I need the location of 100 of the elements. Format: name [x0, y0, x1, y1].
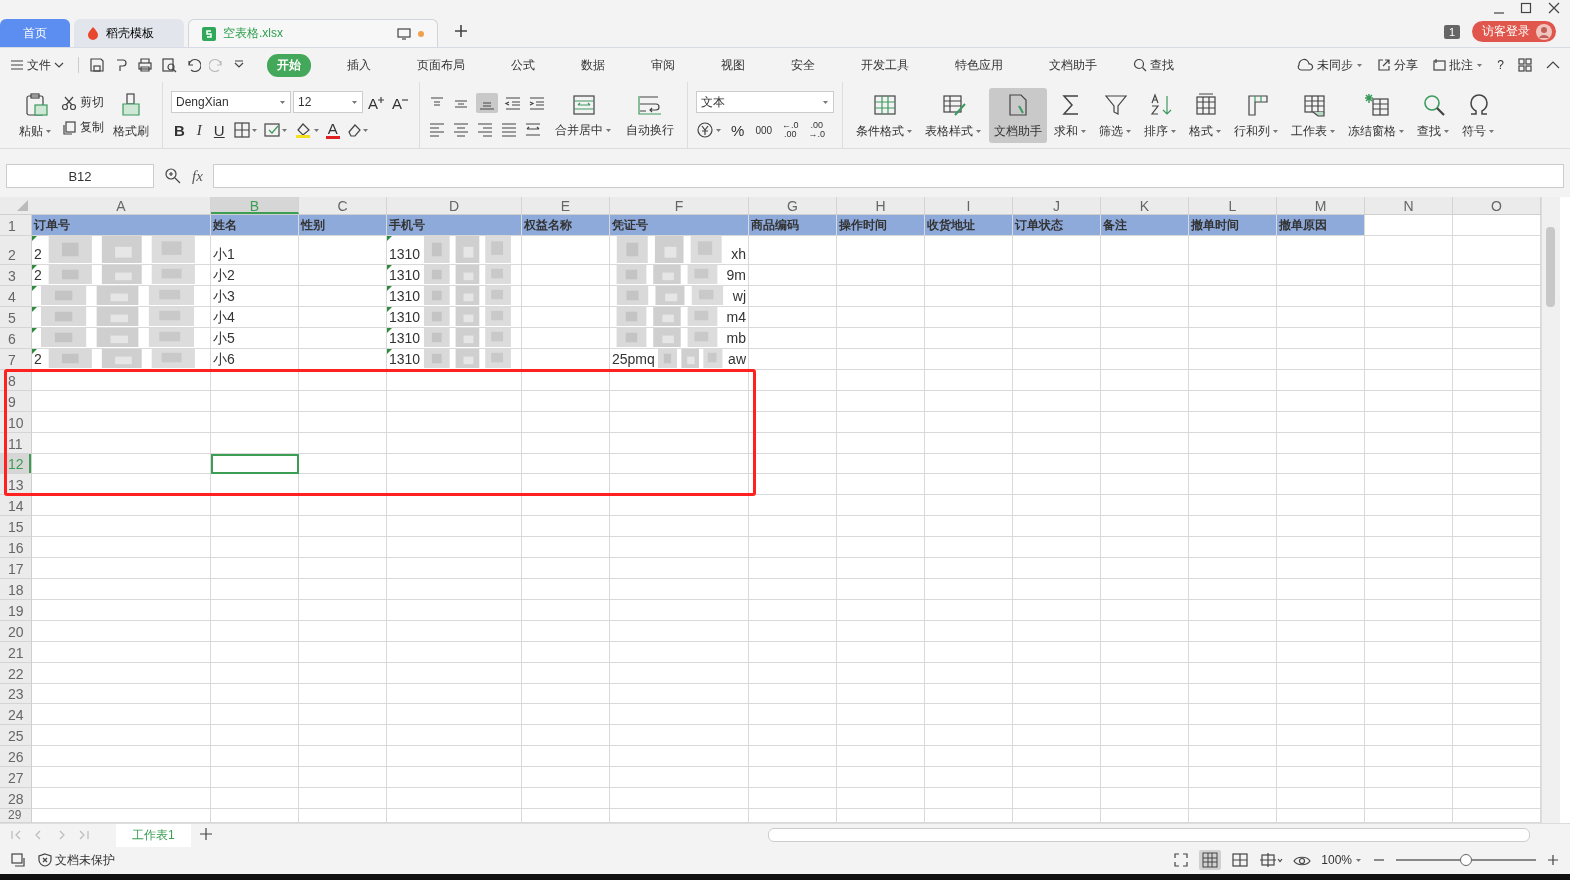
copy-button[interactable]: 复制	[61, 119, 104, 136]
column-header[interactable]: H	[837, 197, 925, 214]
merge-center-button[interactable]: 合并居中	[550, 88, 618, 142]
search-button[interactable]: 查找	[1133, 54, 1174, 76]
window-count-badge[interactable]: 1	[1443, 24, 1460, 39]
ribbon-tab[interactable]: 文档助手	[1039, 53, 1107, 77]
row-header[interactable]: 21	[0, 641, 32, 663]
ribbon-button[interactable]: 行和列	[1229, 87, 1285, 143]
font-select[interactable]: DengXian	[171, 91, 291, 113]
decimal-button[interactable]: .00 →.0	[806, 121, 828, 139]
function-label[interactable]: fx	[192, 167, 203, 185]
column-header[interactable]: G	[749, 197, 837, 214]
ribbon-tab[interactable]: 审阅	[641, 53, 685, 77]
row-header[interactable]: 6	[0, 327, 32, 349]
column-header[interactable]: C	[299, 197, 387, 214]
row-header[interactable]: 24	[0, 704, 32, 726]
ribbon-tab[interactable]: 插入	[337, 53, 381, 77]
font-size-select[interactable]: 12	[293, 91, 363, 113]
column-header[interactable]: F	[610, 197, 749, 214]
row-header[interactable]: 7	[0, 348, 32, 370]
table-cell: 1310	[387, 285, 522, 307]
ribbon-button[interactable]: 求和	[1049, 87, 1093, 143]
paste-button[interactable]: 粘贴	[14, 87, 57, 143]
row-header[interactable]: 16	[0, 537, 32, 559]
row-header[interactable]: 15	[0, 516, 32, 538]
ribbon-tab[interactable]: 安全	[781, 53, 825, 77]
protection-status[interactable]: 文档未保护	[38, 849, 115, 871]
ribbon-tab[interactable]: 开发工具	[851, 53, 919, 77]
increase-font-button[interactable]: A	[365, 92, 387, 112]
decrease-font-button[interactable]: A	[389, 92, 412, 112]
add-sheet-icon	[198, 826, 213, 841]
number-format-select[interactable]: 文本	[696, 91, 835, 113]
login-button[interactable]: 访客登录	[1472, 21, 1556, 42]
cut-button[interactable]: 剪切	[61, 94, 104, 111]
column-header[interactable]: N	[1365, 197, 1453, 214]
toolbar-button[interactable]: 未同步	[1296, 54, 1364, 76]
row-header[interactable]: 14	[0, 495, 32, 517]
row-header[interactable]: 2	[0, 235, 32, 265]
column-header[interactable]: I	[925, 197, 1013, 214]
row-header[interactable]: 18	[0, 578, 32, 600]
comment-icon	[1432, 58, 1447, 72]
select-all-icon	[17, 200, 28, 211]
ribbon-button[interactable]: 格式	[1184, 87, 1228, 143]
row-header[interactable]: 20	[0, 620, 32, 642]
ribbon-button[interactable]: 表格样式	[920, 87, 988, 143]
ribbon-tab[interactable]: 视图	[711, 53, 755, 77]
file-menu[interactable]: 文件	[10, 54, 64, 76]
row-header[interactable]: 23	[0, 683, 32, 705]
column-header[interactable]: K	[1101, 197, 1189, 214]
sheet-tab[interactable]: 工作表1	[116, 823, 191, 847]
row-header[interactable]: 22	[0, 662, 32, 684]
row-header[interactable]: 19	[0, 599, 32, 621]
row-header[interactable]: 25	[0, 725, 32, 747]
ribbon-tab[interactable]: 数据	[571, 53, 615, 77]
row-header[interactable]: 27	[0, 767, 32, 789]
ribbon-button[interactable]: 筛选	[1094, 87, 1138, 143]
document-tab[interactable]: 稻壳模板	[74, 19, 184, 47]
align-bottom-icon	[476, 93, 499, 113]
row-header[interactable]: 1	[0, 215, 32, 236]
ribbon-button[interactable]: 查找	[1412, 87, 1456, 143]
row-header[interactable]: 5	[0, 306, 32, 328]
name-box[interactable]: B12	[6, 164, 154, 188]
ribbon-button[interactable]: 文档助手	[989, 87, 1048, 143]
ribbon-button[interactable]: 工作表	[1286, 87, 1342, 143]
font-color-button[interactable]: A	[325, 121, 340, 139]
horizontal-scrollbar[interactable]	[768, 828, 1530, 842]
ribbon-button[interactable]: 冻结窗格	[1343, 87, 1411, 143]
column-header[interactable]: D	[387, 197, 522, 214]
row-header[interactable]: 28	[0, 788, 32, 809]
column-header[interactable]: M	[1277, 197, 1365, 214]
help-button[interactable]: ?	[1497, 56, 1504, 74]
currency-icon	[696, 121, 723, 139]
ribbon-button[interactable]: 条件格式	[851, 87, 919, 143]
vertical-scrollbar[interactable]	[1541, 197, 1560, 823]
percent-button[interactable]: %	[728, 121, 748, 139]
align-left-icon	[428, 121, 447, 137]
column-header[interactable]: J	[1013, 197, 1101, 214]
row-header[interactable]: 17	[0, 558, 32, 579]
ribbon-tab[interactable]: 特色应用	[945, 53, 1013, 77]
formula-input[interactable]	[212, 164, 1564, 188]
row-header[interactable]: 3	[0, 264, 32, 286]
ribbon-tab[interactable]: 页面布局	[407, 53, 475, 77]
row-header[interactable]: 26	[0, 746, 32, 768]
wrap-text-button[interactable]: 自动换行	[621, 88, 680, 142]
column-header[interactable]: E	[522, 197, 610, 214]
decimal-button[interactable]: ←.0 .00	[780, 121, 801, 139]
zoom-slider[interactable]	[1396, 853, 1536, 867]
ribbon-button[interactable]: 排序	[1139, 87, 1183, 143]
row-header[interactable]: 4	[0, 285, 32, 307]
underline-button[interactable]: U	[210, 121, 228, 139]
toolbar-button[interactable]: 批注	[1432, 54, 1484, 76]
toolbar-button[interactable]: 分享	[1377, 54, 1419, 76]
zoom-select[interactable]: 100%	[1321, 851, 1362, 869]
italic-button[interactable]: I	[193, 121, 205, 139]
ribbon-tab[interactable]: 公式	[501, 53, 545, 77]
thousands-button[interactable]: 000	[753, 125, 775, 135]
column-header[interactable]: L	[1189, 197, 1277, 214]
bold-button[interactable]: B	[171, 121, 188, 139]
ribbon-button[interactable]: 符号	[1457, 87, 1501, 143]
format-painter-button[interactable]: 格式刷	[108, 87, 154, 143]
